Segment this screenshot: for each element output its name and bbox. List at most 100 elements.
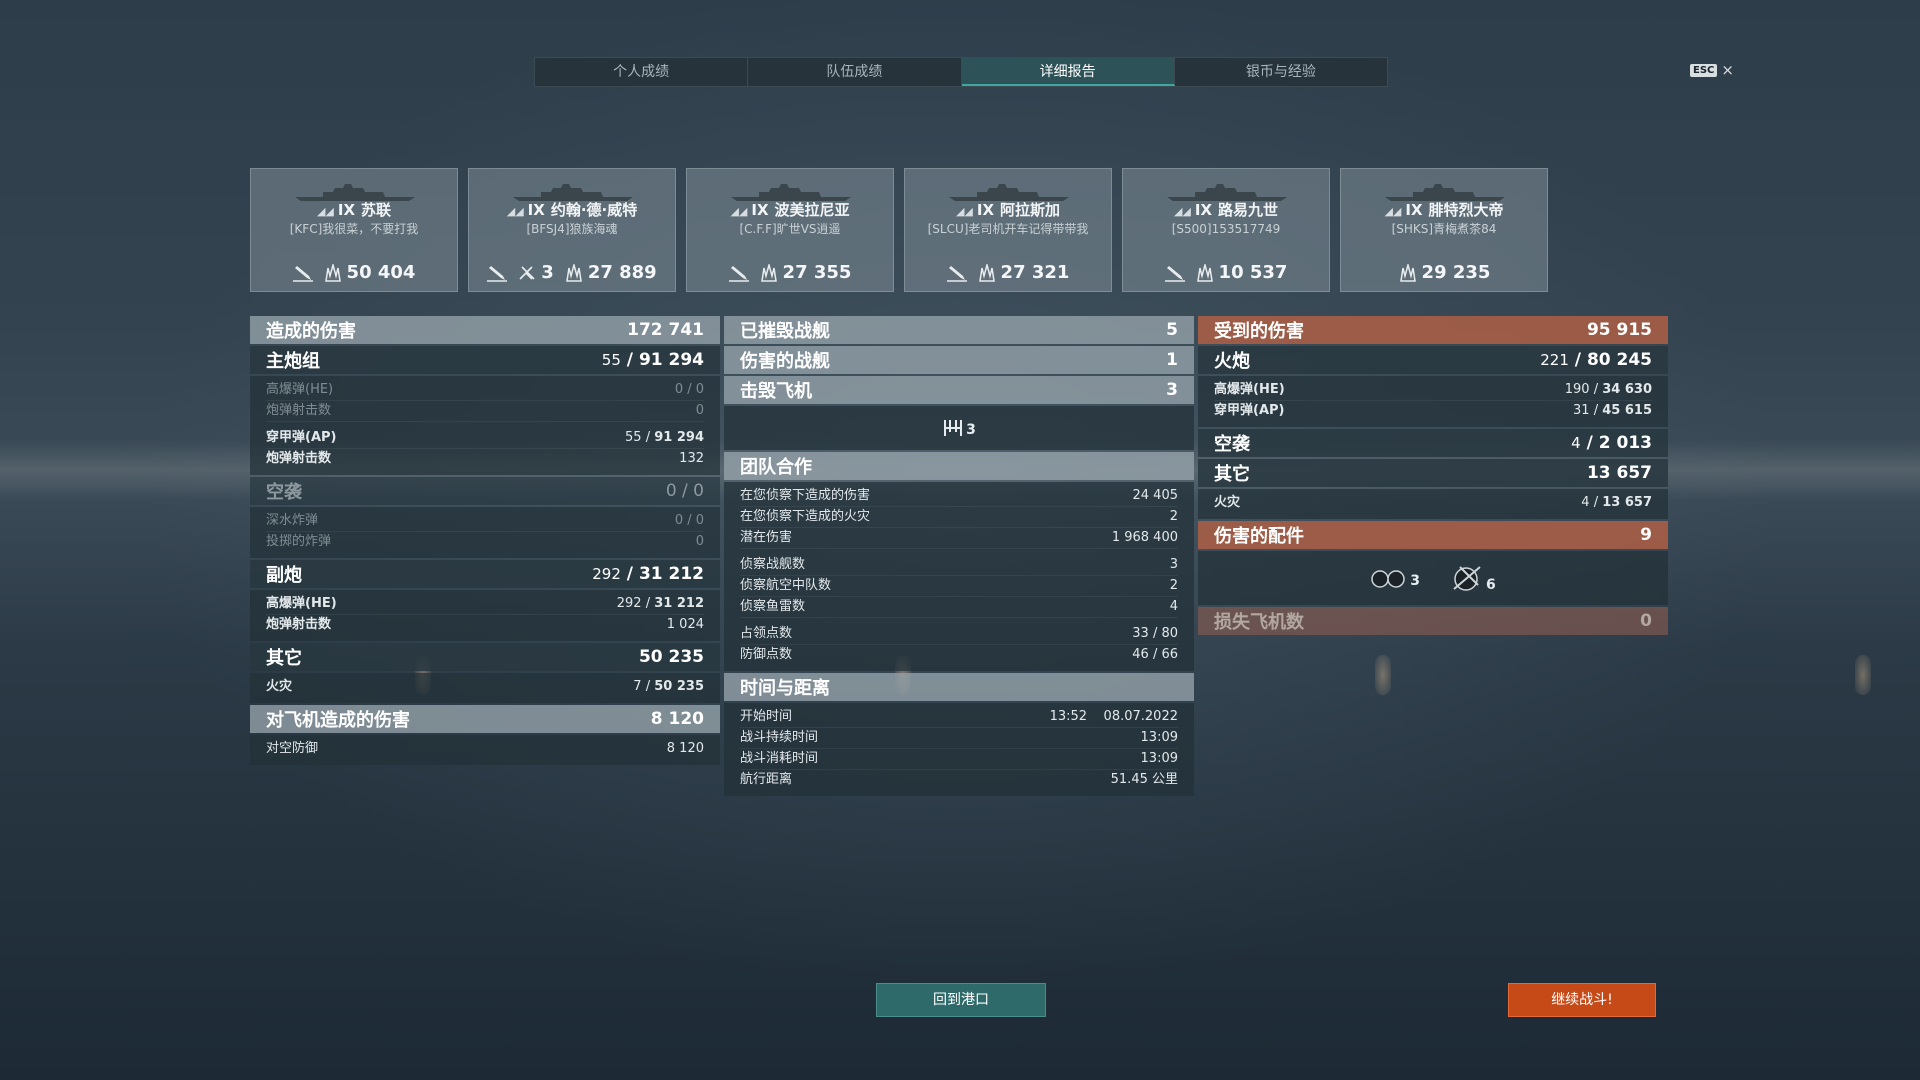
tab-personal[interactable]: 个人成绩 bbox=[535, 58, 749, 86]
stat-value: 8 120 bbox=[666, 741, 704, 756]
esc-key-icon: ESC bbox=[1690, 63, 1718, 77]
hits-value: 55 bbox=[601, 351, 621, 369]
teamwork-header: 团队合作 bbox=[724, 452, 1194, 480]
guns-received-header: 火炮 221 / 80 245 bbox=[1198, 346, 1668, 374]
damage-value: 34 630 bbox=[1602, 382, 1652, 397]
stat-value: 24 405 bbox=[1132, 488, 1179, 503]
ship-tier: IX bbox=[1194, 201, 1213, 219]
air-received-header: 空袭 4 / 2 013 bbox=[1198, 429, 1668, 457]
section-title: 副炮 bbox=[266, 565, 302, 586]
section-title: 伤害的配件 bbox=[1214, 526, 1304, 547]
shell-icon bbox=[292, 265, 313, 282]
gun-module-icon bbox=[1453, 566, 1481, 591]
player-name: [C.F.F]旷世VS逍遥 bbox=[739, 222, 841, 236]
stat-label: 侦察鱼雷数 bbox=[740, 599, 806, 614]
ship-card[interactable]: ◢◢ IX 路易九世 [S500]153517749 10 537 bbox=[1122, 168, 1330, 292]
stat-value: 0 bbox=[695, 534, 704, 549]
section-value: 95 915 bbox=[1586, 320, 1652, 340]
section-title: 主炮组 bbox=[266, 351, 320, 372]
stat-label: 战斗消耗时间 bbox=[740, 751, 819, 766]
stat-value: 0 / 0 bbox=[674, 513, 704, 528]
damage-value: 31 212 bbox=[654, 596, 704, 611]
stat-label: 在您侦察下造成的火灾 bbox=[740, 509, 871, 524]
ship-card[interactable]: ◢◢ IX 腓特烈大帝 [SHKS]青梅煮茶84 29 235 bbox=[1340, 168, 1548, 292]
damage-value: 50 404 bbox=[346, 262, 416, 283]
stat-label: 潜在伤害 bbox=[740, 530, 793, 545]
stat-label: 火灾 bbox=[266, 679, 293, 694]
stat-label: 火灾 bbox=[1214, 495, 1241, 510]
shell-icon bbox=[1164, 265, 1185, 282]
guns-received-details: 高爆弹(HE) 190 / 34 630 穿甲弹(AP) 31 / 45 615 bbox=[1198, 376, 1668, 427]
ship-card[interactable]: ◢◢ IX 苏联 [KFC]我很菜，不要打我 50 404 bbox=[250, 168, 458, 292]
stat-label: 航行距离 bbox=[740, 772, 793, 787]
hits-value: 292 bbox=[616, 596, 642, 611]
ship-card[interactable]: ◢◢ IX 阿拉斯加 [SLCU]老司机开车记得带带我 27 321 bbox=[904, 168, 1112, 292]
section-title: 空袭 bbox=[1214, 434, 1250, 455]
stat-label: 投掷的炸弹 bbox=[266, 534, 332, 549]
stat-label: 炮弹射击数 bbox=[266, 451, 332, 466]
section-value: 8 120 bbox=[650, 709, 704, 729]
hits-value: 221 bbox=[1540, 351, 1569, 369]
ship-class-icon: ◢◢ bbox=[316, 205, 334, 218]
tab-credits-xp[interactable]: 银币与经验 bbox=[1174, 58, 1387, 86]
ship-class-icon: ◢◢ bbox=[730, 205, 748, 218]
stat-label: 炮弹射击数 bbox=[266, 617, 332, 632]
damage-icon bbox=[324, 263, 341, 282]
damaged-ships-header: 伤害的战舰 1 bbox=[724, 346, 1194, 374]
teamwork-details: 在您侦察下造成的伤害 24 405 在您侦察下造成的火灾 2 潜在伤害 1 968 4… bbox=[724, 482, 1194, 671]
stat-label: 高爆弹(HE) bbox=[1214, 382, 1285, 397]
stat-value: 2 bbox=[1169, 578, 1178, 593]
damage-dealt-header: 造成的伤害 172 741 bbox=[250, 316, 720, 344]
aa-damage-details: 对空防御 8 120 bbox=[250, 735, 720, 765]
hits-value: 292 bbox=[592, 565, 621, 583]
shell-icon bbox=[946, 265, 967, 282]
ship-card[interactable]: ◢◢ IX 约翰·德·威特 [BFSJ4]狼族海魂 3 27 889 bbox=[468, 168, 676, 292]
section-value: 3 bbox=[1166, 380, 1178, 400]
stat-label: 战斗持续时间 bbox=[740, 730, 819, 745]
secondary-battery-details: 高爆弹(HE) 292 / 31 212 炮弹射击数 1 024 bbox=[250, 590, 720, 641]
stat-value: 0 bbox=[695, 403, 704, 418]
air-strike-header: 空袭 0 / 0 bbox=[250, 477, 720, 505]
other-received-details: 火灾 4 / 13 657 bbox=[1198, 489, 1668, 519]
kills-value: 3 bbox=[541, 262, 554, 283]
damage-value: 27 321 bbox=[1000, 262, 1070, 283]
stat-label: 高爆弹(HE) bbox=[266, 596, 337, 611]
stat-value: 13:09 bbox=[1140, 751, 1178, 766]
section-title: 击毁飞机 bbox=[740, 381, 812, 402]
damage-icon bbox=[1399, 263, 1416, 282]
player-name: [SHKS]青梅煮茶84 bbox=[1391, 222, 1497, 236]
section-value: 5 bbox=[1166, 320, 1178, 340]
stat-label: 穿甲弹(AP) bbox=[266, 430, 337, 445]
hits-value: 4 bbox=[1581, 495, 1590, 510]
background-glow bbox=[1855, 655, 1871, 695]
stat-label: 防御点数 bbox=[740, 647, 793, 662]
damage-icon bbox=[1196, 263, 1213, 282]
continue-battle-button[interactable]: 继续战斗! bbox=[1508, 983, 1656, 1017]
player-name: [SLCU]老司机开车记得带带我 bbox=[927, 222, 1089, 236]
planes-destroyed-header: 击毁飞机 3 bbox=[724, 376, 1194, 404]
section-value: 9 bbox=[1640, 525, 1652, 545]
close-button[interactable]: ESC × bbox=[1690, 61, 1734, 79]
stat-value: 1 024 bbox=[666, 617, 704, 632]
tab-detailed-report[interactable]: 详细报告 bbox=[961, 58, 1175, 86]
damage-value: 29 235 bbox=[1421, 262, 1491, 283]
stat-label: 炮弹射击数 bbox=[266, 403, 332, 418]
stat-label: 占领点数 bbox=[740, 626, 793, 641]
damage-value: 91 294 bbox=[654, 430, 704, 445]
section-title: 团队合作 bbox=[740, 457, 812, 478]
ship-tier: IX bbox=[751, 201, 769, 219]
section-title: 造成的伤害 bbox=[266, 321, 356, 342]
return-to-port-button[interactable]: 回到港口 bbox=[876, 983, 1046, 1017]
shell-icon bbox=[487, 265, 508, 282]
tab-team[interactable]: 队伍成绩 bbox=[748, 58, 962, 86]
section-value: 172 741 bbox=[627, 320, 704, 340]
damage-received-header: 受到的伤害 95 915 bbox=[1198, 316, 1668, 344]
damage-value: 27 355 bbox=[782, 262, 852, 283]
stat-value: 51.45 公里 bbox=[1110, 772, 1178, 787]
stat-value: 13:52 08.07.2022 bbox=[1049, 709, 1178, 724]
ship-card[interactable]: ◢◢ IX 波美拉尼亚 [C.F.F]旷世VS逍遥 27 355 bbox=[686, 168, 894, 292]
section-title: 其它 bbox=[1214, 464, 1250, 485]
damage-value: 50 235 bbox=[654, 679, 704, 694]
plane-kill-icon bbox=[519, 265, 535, 280]
ship-tier: IX bbox=[527, 201, 545, 219]
